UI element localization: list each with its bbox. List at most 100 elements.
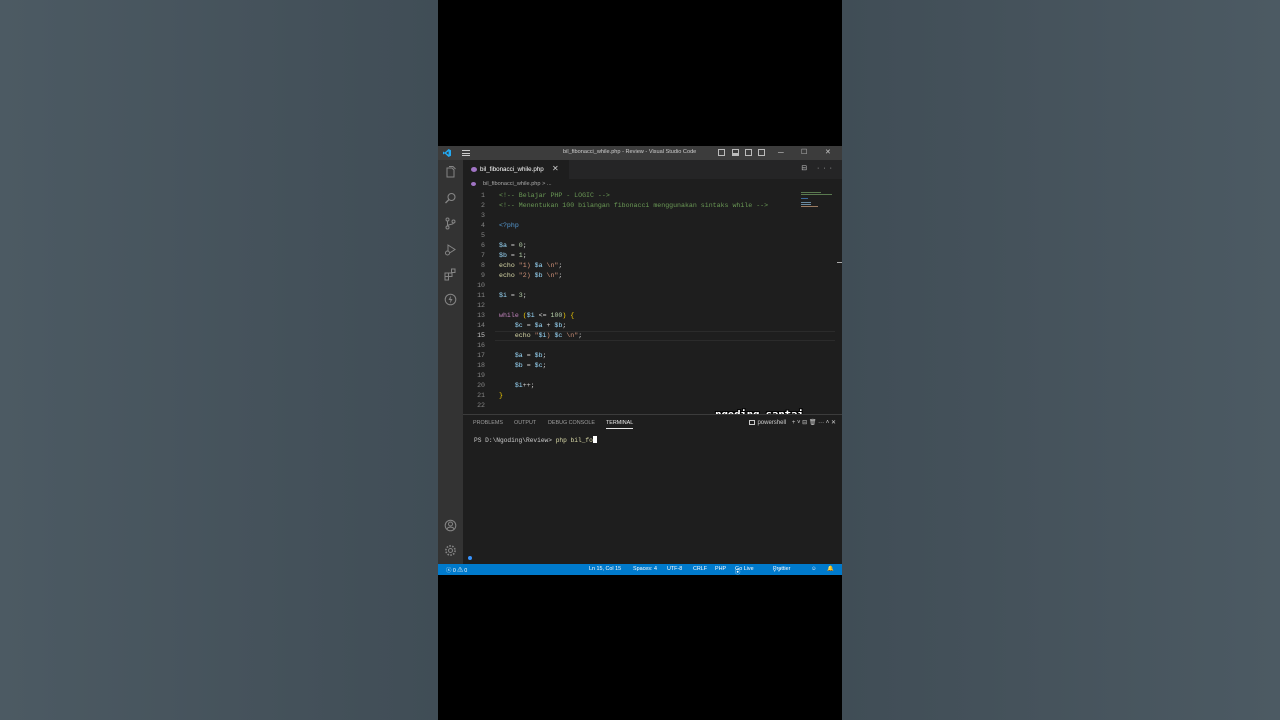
code-line[interactable]: 2 <!-- Menentukan 100 bilangan fibonacci …	[463, 201, 813, 211]
code-token: ;	[578, 332, 583, 339]
code-line[interactable]: 16	[463, 341, 813, 351]
line-number: 9	[481, 272, 485, 279]
menu-hamburger-icon[interactable]	[462, 150, 470, 156]
video-background-left	[0, 0, 438, 720]
account-icon[interactable]	[444, 519, 457, 532]
status-encoding[interactable]: UTF-8	[667, 566, 682, 572]
code-line[interactable]: 5	[463, 231, 813, 241]
code-token: <!-- Menentukan 100 bilangan fibonacci m…	[499, 202, 769, 209]
code-token: }	[499, 392, 503, 399]
tab-bil-fibonacci-while[interactable]: bil_fibonacci_while.php ✕	[463, 160, 569, 179]
code-line[interactable]: 12	[463, 301, 813, 311]
code-line[interactable]: 17 $a = $b;	[463, 351, 813, 361]
code-token: ;	[522, 292, 527, 299]
customize-layout-icon[interactable]	[758, 149, 765, 156]
terminal-decoration-icon	[468, 556, 472, 560]
code-token: $c	[534, 362, 543, 369]
extensions-icon[interactable]	[444, 268, 457, 281]
code-token: while	[499, 312, 519, 319]
tab-terminal[interactable]: TERMINAL	[606, 420, 634, 429]
line-code: }	[499, 391, 503, 401]
run-debug-icon[interactable]	[444, 243, 457, 256]
php-file-icon	[471, 182, 476, 186]
double-check-icon: ✓✓	[773, 568, 783, 574]
toggle-secondary-sidebar-icon[interactable]	[745, 149, 752, 156]
code-line[interactable]: 9 echo "2) $b \n";	[463, 271, 813, 281]
status-go-live[interactable]: ⦿ Go Live	[735, 566, 754, 576]
tab-output[interactable]: OUTPUT	[514, 420, 536, 426]
code-line[interactable]: 7 $b = 1;	[463, 251, 813, 261]
code-line[interactable]: 3	[463, 211, 813, 221]
terminal-cursor	[592, 436, 597, 443]
code-token: $b	[534, 272, 543, 279]
code-line[interactable]: 18 $b = $c;	[463, 361, 813, 371]
code-token: $i	[499, 292, 507, 299]
line-code: while ($i <= 100) {	[499, 311, 574, 321]
video-background-right	[842, 0, 1280, 720]
scrollbar-marker[interactable]	[837, 262, 842, 263]
code-line[interactable]: 11 $i = 3;	[463, 291, 813, 301]
line-number: 2	[481, 202, 485, 209]
line-number: 1	[481, 192, 485, 199]
code-line[interactable]: 14 $c = $a + $b;	[463, 321, 813, 331]
code-token: ++;	[522, 382, 535, 389]
code-token: $i	[538, 332, 547, 339]
source-control-icon[interactable]	[444, 217, 457, 230]
status-eol[interactable]: CRLF	[693, 566, 707, 572]
status-bar: ⓧ 0 ⚠ 0 Ln 15, Col 15 Spaces: 4 UTF-8 CR…	[438, 564, 842, 576]
line-code: <!-- Menentukan 100 bilangan fibonacci m…	[499, 201, 768, 211]
settings-gear-icon[interactable]	[444, 544, 457, 557]
line-code: $i = 3;	[499, 291, 527, 301]
line-number: 11	[477, 292, 485, 299]
activity-bar	[438, 160, 463, 564]
code-line[interactable]: 10	[463, 281, 813, 291]
line-number: 14	[477, 322, 485, 329]
breadcrumb-text[interactable]: bil_fibonacci_while.php > ...	[483, 181, 552, 187]
tab-debug-console[interactable]: DEBUG CONSOLE	[548, 420, 595, 426]
minimize-button[interactable]: ─	[778, 147, 784, 159]
toggle-sidebar-icon[interactable]	[718, 149, 725, 156]
tab-close-icon[interactable]: ✕	[552, 164, 559, 173]
code-token: =	[522, 362, 535, 369]
line-code: echo "1) $a \n";	[499, 261, 562, 271]
code-line[interactable]: 15 echo "$i) $c \n";	[463, 331, 813, 341]
code-line[interactable]: 13 while ($i <= 100) {	[463, 311, 813, 321]
code-token: <!-- Belajar PHP - LOGIC -->	[499, 192, 610, 199]
code-token: =	[522, 322, 535, 329]
code-line[interactable]: 4 <?php	[463, 221, 813, 231]
terminal-output[interactable]: PS D:\Ngoding\Review> php bil_fo	[474, 436, 597, 444]
search-icon[interactable]	[444, 192, 457, 205]
tab-problems[interactable]: PROBLEMS	[473, 420, 503, 426]
maximize-button[interactable]: ☐	[801, 147, 807, 159]
broadcast-icon: ⦿	[735, 570, 741, 576]
code-token: =	[506, 252, 519, 259]
status-problems[interactable]: ⓧ 0 ⚠ 0	[446, 566, 467, 574]
code-line[interactable]: 20 $i++;	[463, 381, 813, 391]
code-line[interactable]: 1 <!-- Belajar PHP - LOGIC -->	[463, 191, 813, 201]
explorer-icon[interactable]	[444, 166, 457, 179]
code-line[interactable]: 8 echo "1) $a \n";	[463, 261, 813, 271]
status-indentation[interactable]: Spaces: 4	[633, 566, 657, 572]
toggle-panel-icon[interactable]	[732, 149, 739, 156]
line-number: 20	[477, 382, 485, 389]
terminal-action-icons[interactable]: + ˅ ⊟ 🗑 ··· ˄ ✕	[792, 420, 836, 426]
line-number: 5	[481, 232, 485, 239]
status-language[interactable]: PHP	[715, 566, 726, 572]
minimap[interactable]	[801, 191, 835, 211]
breadcrumb[interactable]: bil_fibonacci_while.php > ...	[463, 179, 842, 191]
code-token: echo	[514, 332, 531, 339]
code-line[interactable]: 19	[463, 371, 813, 381]
close-button[interactable]: ✕	[825, 147, 831, 159]
feedback-icon[interactable]: ☺	[811, 566, 817, 572]
code-line[interactable]: 21}	[463, 391, 813, 401]
code-editor[interactable]: 1 <!-- Belajar PHP - LOGIC --> 2 <!-- Menen…	[463, 191, 842, 421]
code-token: $b	[534, 352, 543, 359]
code-line[interactable]: 6 $a = 0;	[463, 241, 813, 251]
shell-name[interactable]: powershell	[757, 420, 786, 426]
status-cursor-position[interactable]: Ln 15, Col 15	[589, 566, 621, 572]
thunder-client-icon[interactable]	[444, 293, 457, 306]
editor-actions[interactable]: ⊟ ···	[801, 164, 836, 172]
notifications-bell-icon[interactable]: 🔔	[827, 566, 834, 572]
status-prettier[interactable]: ✓✓ Prettier	[773, 566, 790, 574]
